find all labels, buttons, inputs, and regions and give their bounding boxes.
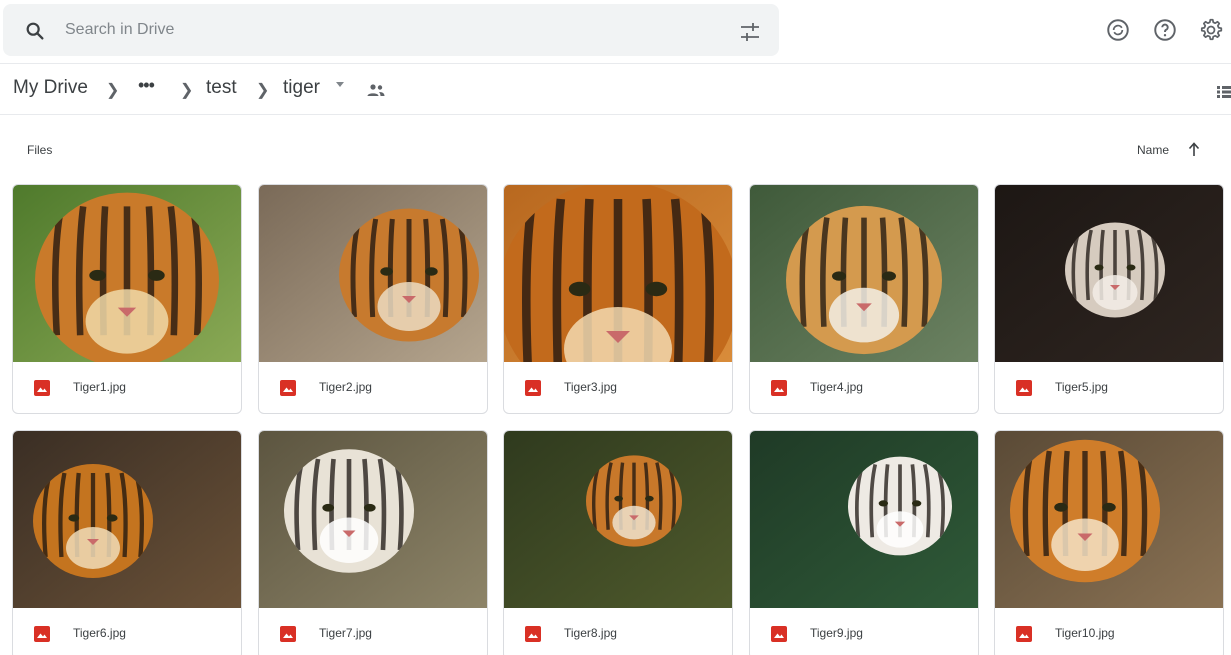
file-card-footer[interactable]: Tiger6.jpg (13, 608, 241, 655)
file-card-footer[interactable]: Tiger9.jpg (750, 608, 978, 655)
file-name[interactable]: Tiger10.jpg (1055, 626, 1115, 640)
file-thumbnail-tiger-image[interactable] (750, 431, 978, 608)
file-grid: Tiger1.jpg Tiger2.jpg Tiger3.jpg Tiger4.… (0, 0, 1231, 655)
file-card[interactable]: Tiger10.jpg (994, 430, 1224, 655)
file-card[interactable]: Tiger7.jpg (258, 430, 488, 655)
file-card[interactable]: Tiger9.jpg (749, 430, 979, 655)
file-name[interactable]: Tiger1.jpg (73, 380, 126, 394)
file-card-footer[interactable]: Tiger4.jpg (750, 362, 978, 413)
file-card[interactable]: Tiger8.jpg (503, 430, 733, 655)
file-thumbnail-tiger-image[interactable] (995, 185, 1223, 362)
image-file-icon (771, 380, 787, 396)
image-file-icon (34, 626, 50, 642)
file-card-footer[interactable]: Tiger2.jpg (259, 362, 487, 413)
file-card[interactable]: Tiger2.jpg (258, 184, 488, 414)
image-file-icon (771, 626, 787, 642)
file-thumbnail-tiger-image[interactable] (259, 185, 487, 362)
file-thumbnail-tiger-image[interactable] (995, 431, 1223, 608)
file-card-footer[interactable]: Tiger8.jpg (504, 608, 732, 655)
file-name[interactable]: Tiger3.jpg (564, 380, 617, 394)
image-file-icon (280, 380, 296, 396)
file-name[interactable]: Tiger7.jpg (319, 626, 372, 640)
file-card[interactable]: Tiger5.jpg (994, 184, 1224, 414)
file-card[interactable]: Tiger3.jpg (503, 184, 733, 414)
file-card[interactable]: Tiger1.jpg (12, 184, 242, 414)
image-file-icon (34, 380, 50, 396)
file-name[interactable]: Tiger2.jpg (319, 380, 372, 394)
file-card-footer[interactable]: Tiger5.jpg (995, 362, 1223, 413)
file-name[interactable]: Tiger9.jpg (810, 626, 863, 640)
file-thumbnail-tiger-image[interactable] (750, 185, 978, 362)
file-name[interactable]: Tiger6.jpg (73, 626, 126, 640)
file-card-footer[interactable]: Tiger3.jpg (504, 362, 732, 413)
file-thumbnail-tiger-image[interactable] (13, 185, 241, 362)
file-card-footer[interactable]: Tiger7.jpg (259, 608, 487, 655)
image-file-icon (280, 626, 296, 642)
file-card-footer[interactable]: Tiger10.jpg (995, 608, 1223, 655)
file-thumbnail-tiger-image[interactable] (13, 431, 241, 608)
image-file-icon (525, 626, 541, 642)
image-file-icon (1016, 380, 1032, 396)
file-name[interactable]: Tiger5.jpg (1055, 380, 1108, 394)
image-file-icon (1016, 626, 1032, 642)
image-file-icon (525, 380, 541, 396)
file-thumbnail-tiger-image[interactable] (259, 431, 487, 608)
file-card[interactable]: Tiger4.jpg (749, 184, 979, 414)
file-card[interactable]: Tiger6.jpg (12, 430, 242, 655)
file-thumbnail-tiger-image[interactable] (504, 185, 732, 362)
file-card-footer[interactable]: Tiger1.jpg (13, 362, 241, 413)
file-name[interactable]: Tiger8.jpg (564, 626, 617, 640)
file-thumbnail-tiger-image[interactable] (504, 431, 732, 608)
file-name[interactable]: Tiger4.jpg (810, 380, 863, 394)
